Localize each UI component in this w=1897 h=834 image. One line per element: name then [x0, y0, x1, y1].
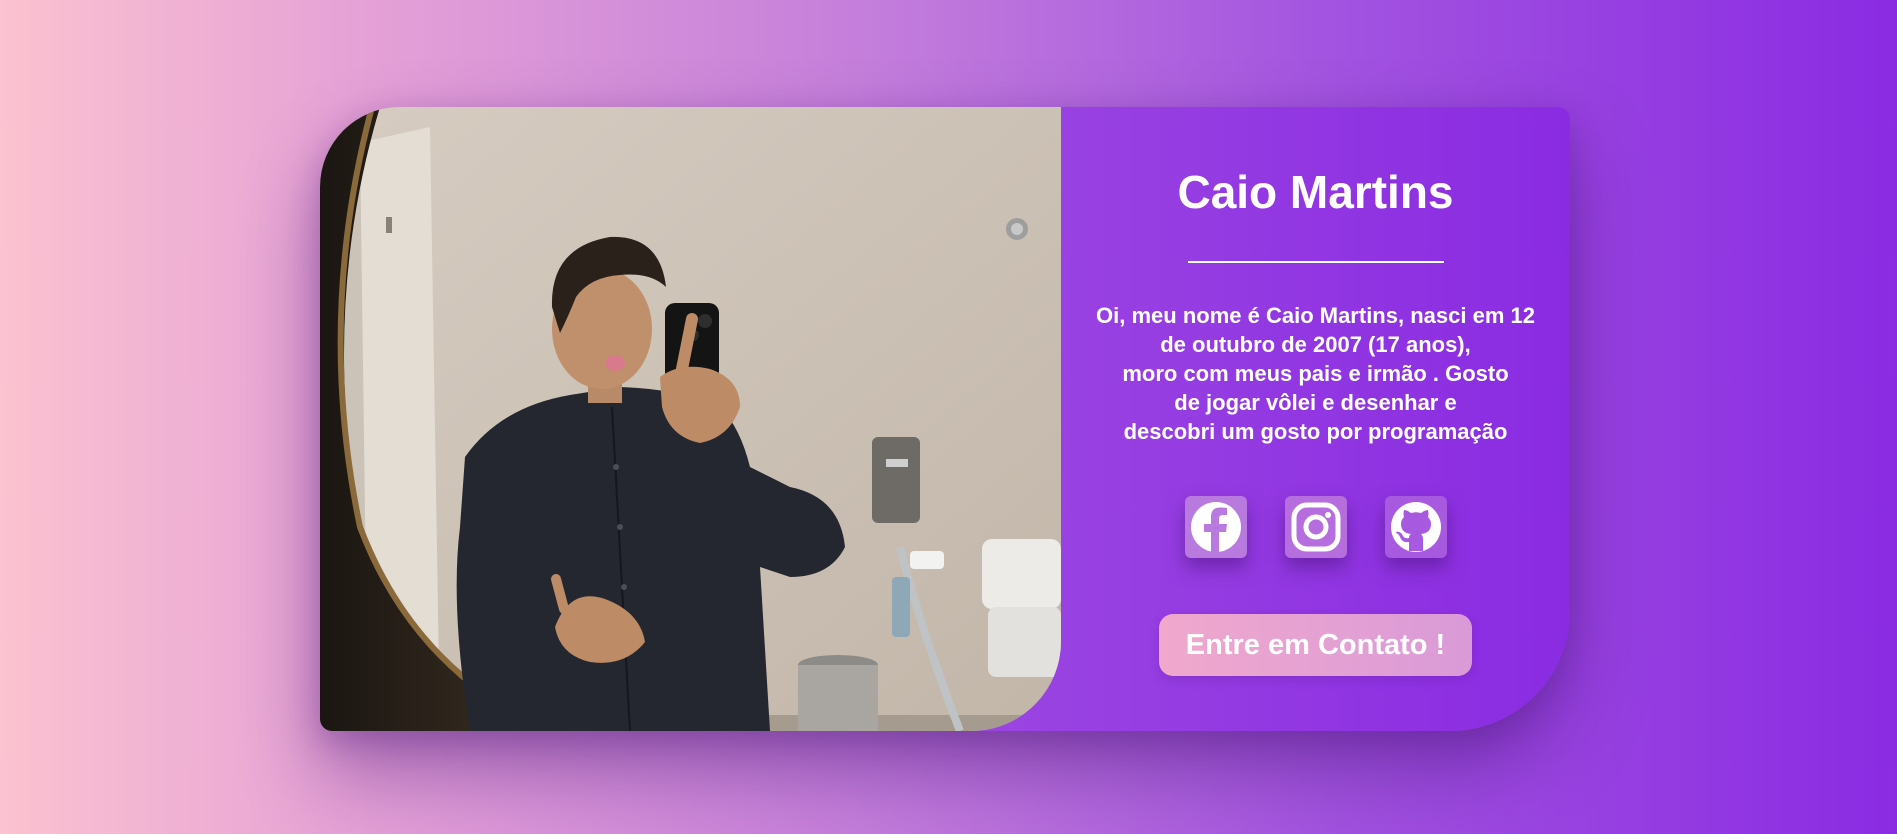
bio-line: Oi, meu nome é Caio Martins, nasci em 12 — [1096, 303, 1535, 328]
github-link[interactable] — [1384, 496, 1447, 558]
profile-bio: Oi, meu nome é Caio Martins, nasci em 12… — [1096, 301, 1535, 446]
bio-line: moro com meus pais e irmão . Gosto — [1122, 361, 1509, 386]
profile-card: Caio Martins Oi, meu nome é Caio Martins… — [320, 107, 1570, 731]
profile-name: Caio Martins — [1177, 166, 1454, 218]
contact-button[interactable]: Entre em Contato ! — [1159, 614, 1472, 676]
instagram-link[interactable] — [1284, 496, 1347, 558]
profile-photo — [320, 107, 1061, 731]
bio-line: de outubro de 2007 (17 anos), — [1160, 332, 1471, 357]
facebook-icon — [1190, 502, 1241, 552]
github-icon — [1390, 502, 1441, 552]
profile-info: Caio Martins Oi, meu nome é Caio Martins… — [1061, 107, 1570, 731]
social-links — [1184, 496, 1447, 558]
bio-line: descobri um gosto por programação — [1123, 419, 1508, 444]
facebook-link[interactable] — [1184, 496, 1247, 558]
divider — [1187, 261, 1444, 263]
instagram-icon — [1291, 502, 1340, 552]
bio-line: de jogar vôlei e desenhar e — [1174, 390, 1457, 415]
